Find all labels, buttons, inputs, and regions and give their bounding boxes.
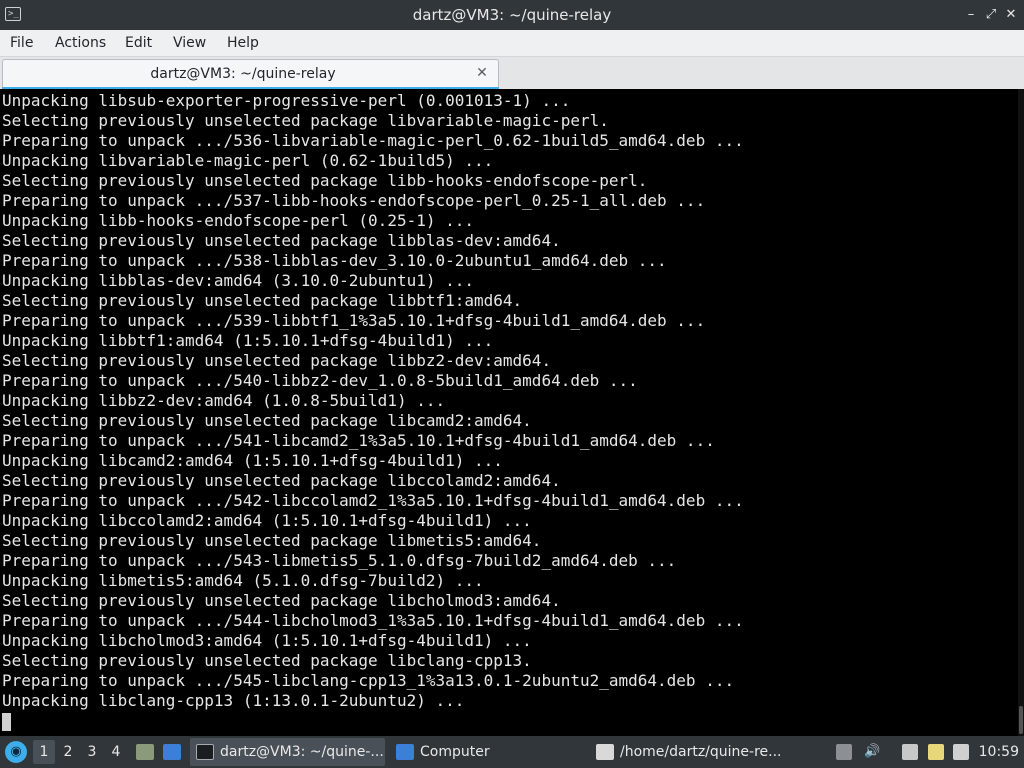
terminal-line: Unpacking libclang-cpp13 (1:13.0.1-2ubun… (2, 691, 465, 710)
text-editor-task-icon (596, 744, 614, 760)
terminal-line: Preparing to unpack .../544-libcholmod3_… (2, 611, 744, 630)
terminal-line: Unpacking libblas-dev:amd64 (3.10.0-2ubu… (2, 271, 475, 290)
network-tray-icon[interactable] (836, 744, 852, 760)
terminal-line: Selecting previously unselected package … (2, 651, 532, 670)
terminal-scrollbar[interactable] (1018, 89, 1024, 736)
terminal-line: Selecting previously unselected package … (2, 471, 561, 490)
task-editor-label: /home/dartz/quine-re... (620, 744, 782, 760)
terminal-output[interactable]: Unpacking libsub-exporter-progressive-pe… (0, 89, 1024, 736)
maximize-button[interactable]: ⤢ (982, 6, 1000, 24)
task-terminal[interactable]: dartz@VM3: ~/quine-... (190, 738, 385, 766)
terminal-line: Selecting previously unselected package … (2, 351, 552, 370)
start-menu-icon[interactable]: ◉ (5, 741, 27, 763)
terminal-line: Unpacking libsub-exporter-progressive-pe… (2, 91, 571, 110)
terminal-line: Unpacking libbz2-dev:amd64 (1.0.8-5build… (2, 391, 446, 410)
workspace-1[interactable]: 1 (33, 740, 55, 764)
menu-bar: File Actions Edit View Help (0, 30, 1024, 57)
terminal-line: Selecting previously unselected package … (2, 531, 542, 550)
terminal-line: Preparing to unpack .../542-libccolamd2_… (2, 491, 744, 510)
terminal-line: Preparing to unpack .../545-libclang-cpp… (2, 671, 735, 690)
menu-file[interactable]: File (8, 30, 35, 56)
task-computer-label: Computer (420, 744, 490, 760)
tab-close-icon[interactable]: ✕ (474, 64, 490, 82)
terminal-cursor (2, 713, 11, 731)
window-titlebar[interactable]: >_ dartz@VM3: ~/quine-relay – ⤢ ✕ (0, 0, 1024, 30)
minimize-button[interactable]: – (962, 6, 980, 24)
terminal-line: Selecting previously unselected package … (2, 591, 561, 610)
terminal-line: Preparing to unpack .../539-libbtf1_1%3a… (2, 311, 706, 330)
terminal-line: Preparing to unpack .../543-libmetis5_5.… (2, 551, 677, 570)
tab-bar: dartz@VM3: ~/quine-relay ✕ (0, 57, 1024, 89)
scrollbar-thumb[interactable] (1019, 706, 1023, 734)
terminal-line: Selecting previously unselected package … (2, 231, 561, 250)
terminal-line: Selecting previously unselected package … (2, 111, 609, 130)
terminal-line: Preparing to unpack .../536-libvariable-… (2, 131, 744, 150)
terminal-line: Preparing to unpack .../541-libcamd2_1%3… (2, 431, 715, 450)
terminal-line: Unpacking libccolamd2:amd64 (1:5.10.1+df… (2, 511, 532, 530)
terminal-line: Unpacking libb-hooks-endofscope-perl (0.… (2, 211, 475, 230)
terminal-line: Unpacking libmetis5:amd64 (5.1.0.dfsg-7b… (2, 571, 484, 590)
volume-icon[interactable]: 🔊 (864, 744, 880, 760)
terminal-lines: Unpacking libsub-exporter-progressive-pe… (2, 91, 744, 711)
terminal-line: Unpacking libbtf1:amd64 (1:5.10.1+dfsg-4… (2, 331, 494, 350)
file-manager-launcher-icon[interactable] (136, 744, 154, 760)
show-desktop-icon[interactable] (163, 744, 181, 760)
computer-task-icon (396, 744, 414, 760)
menu-actions[interactable]: Actions (53, 30, 108, 56)
taskbar: ◉ 1 2 3 4 dartz@VM3: ~/quine-... Compute… (0, 736, 1024, 768)
keyboard-tray-icon[interactable] (902, 744, 918, 760)
terminal-line: Preparing to unpack .../540-libbz2-dev_1… (2, 371, 638, 390)
task-computer[interactable]: Computer (390, 738, 570, 766)
workspace-3[interactable]: 3 (81, 740, 103, 764)
clock[interactable]: 10:59 (979, 736, 1019, 768)
terminal-task-icon (196, 744, 214, 760)
menu-view[interactable]: View (171, 30, 208, 56)
workspace-2[interactable]: 2 (57, 740, 79, 764)
terminal-line: Unpacking libcholmod3:amd64 (1:5.10.1+df… (2, 631, 532, 650)
workspace-4[interactable]: 4 (105, 740, 127, 764)
menu-edit[interactable]: Edit (123, 30, 154, 56)
close-window-button[interactable]: ✕ (1002, 6, 1020, 24)
clipboard-tray-icon[interactable] (928, 744, 944, 760)
terminal-line: Unpacking libvariable-magic-perl (0.62-1… (2, 151, 494, 170)
window-title: dartz@VM3: ~/quine-relay (412, 6, 612, 24)
task-terminal-label: dartz@VM3: ~/quine-... (220, 744, 384, 760)
task-editor[interactable]: /home/dartz/quine-re... (590, 738, 795, 766)
terminal-line: Selecting previously unselected package … (2, 171, 648, 190)
terminal-line: Preparing to unpack .../538-libblas-dev_… (2, 251, 667, 270)
terminal-line: Unpacking libcamd2:amd64 (1:5.10.1+dfsg-… (2, 451, 503, 470)
notification-tray-icon[interactable] (953, 744, 969, 760)
terminal-line: Selecting previously unselected package … (2, 411, 532, 430)
tab-label: dartz@VM3: ~/quine-relay (150, 66, 336, 82)
terminal-line: Selecting previously unselected package … (2, 291, 523, 310)
terminal-tab[interactable]: dartz@VM3: ~/quine-relay ✕ (2, 59, 499, 88)
terminal-line: Preparing to unpack .../537-libb-hooks-e… (2, 191, 706, 210)
menu-help[interactable]: Help (225, 30, 261, 56)
